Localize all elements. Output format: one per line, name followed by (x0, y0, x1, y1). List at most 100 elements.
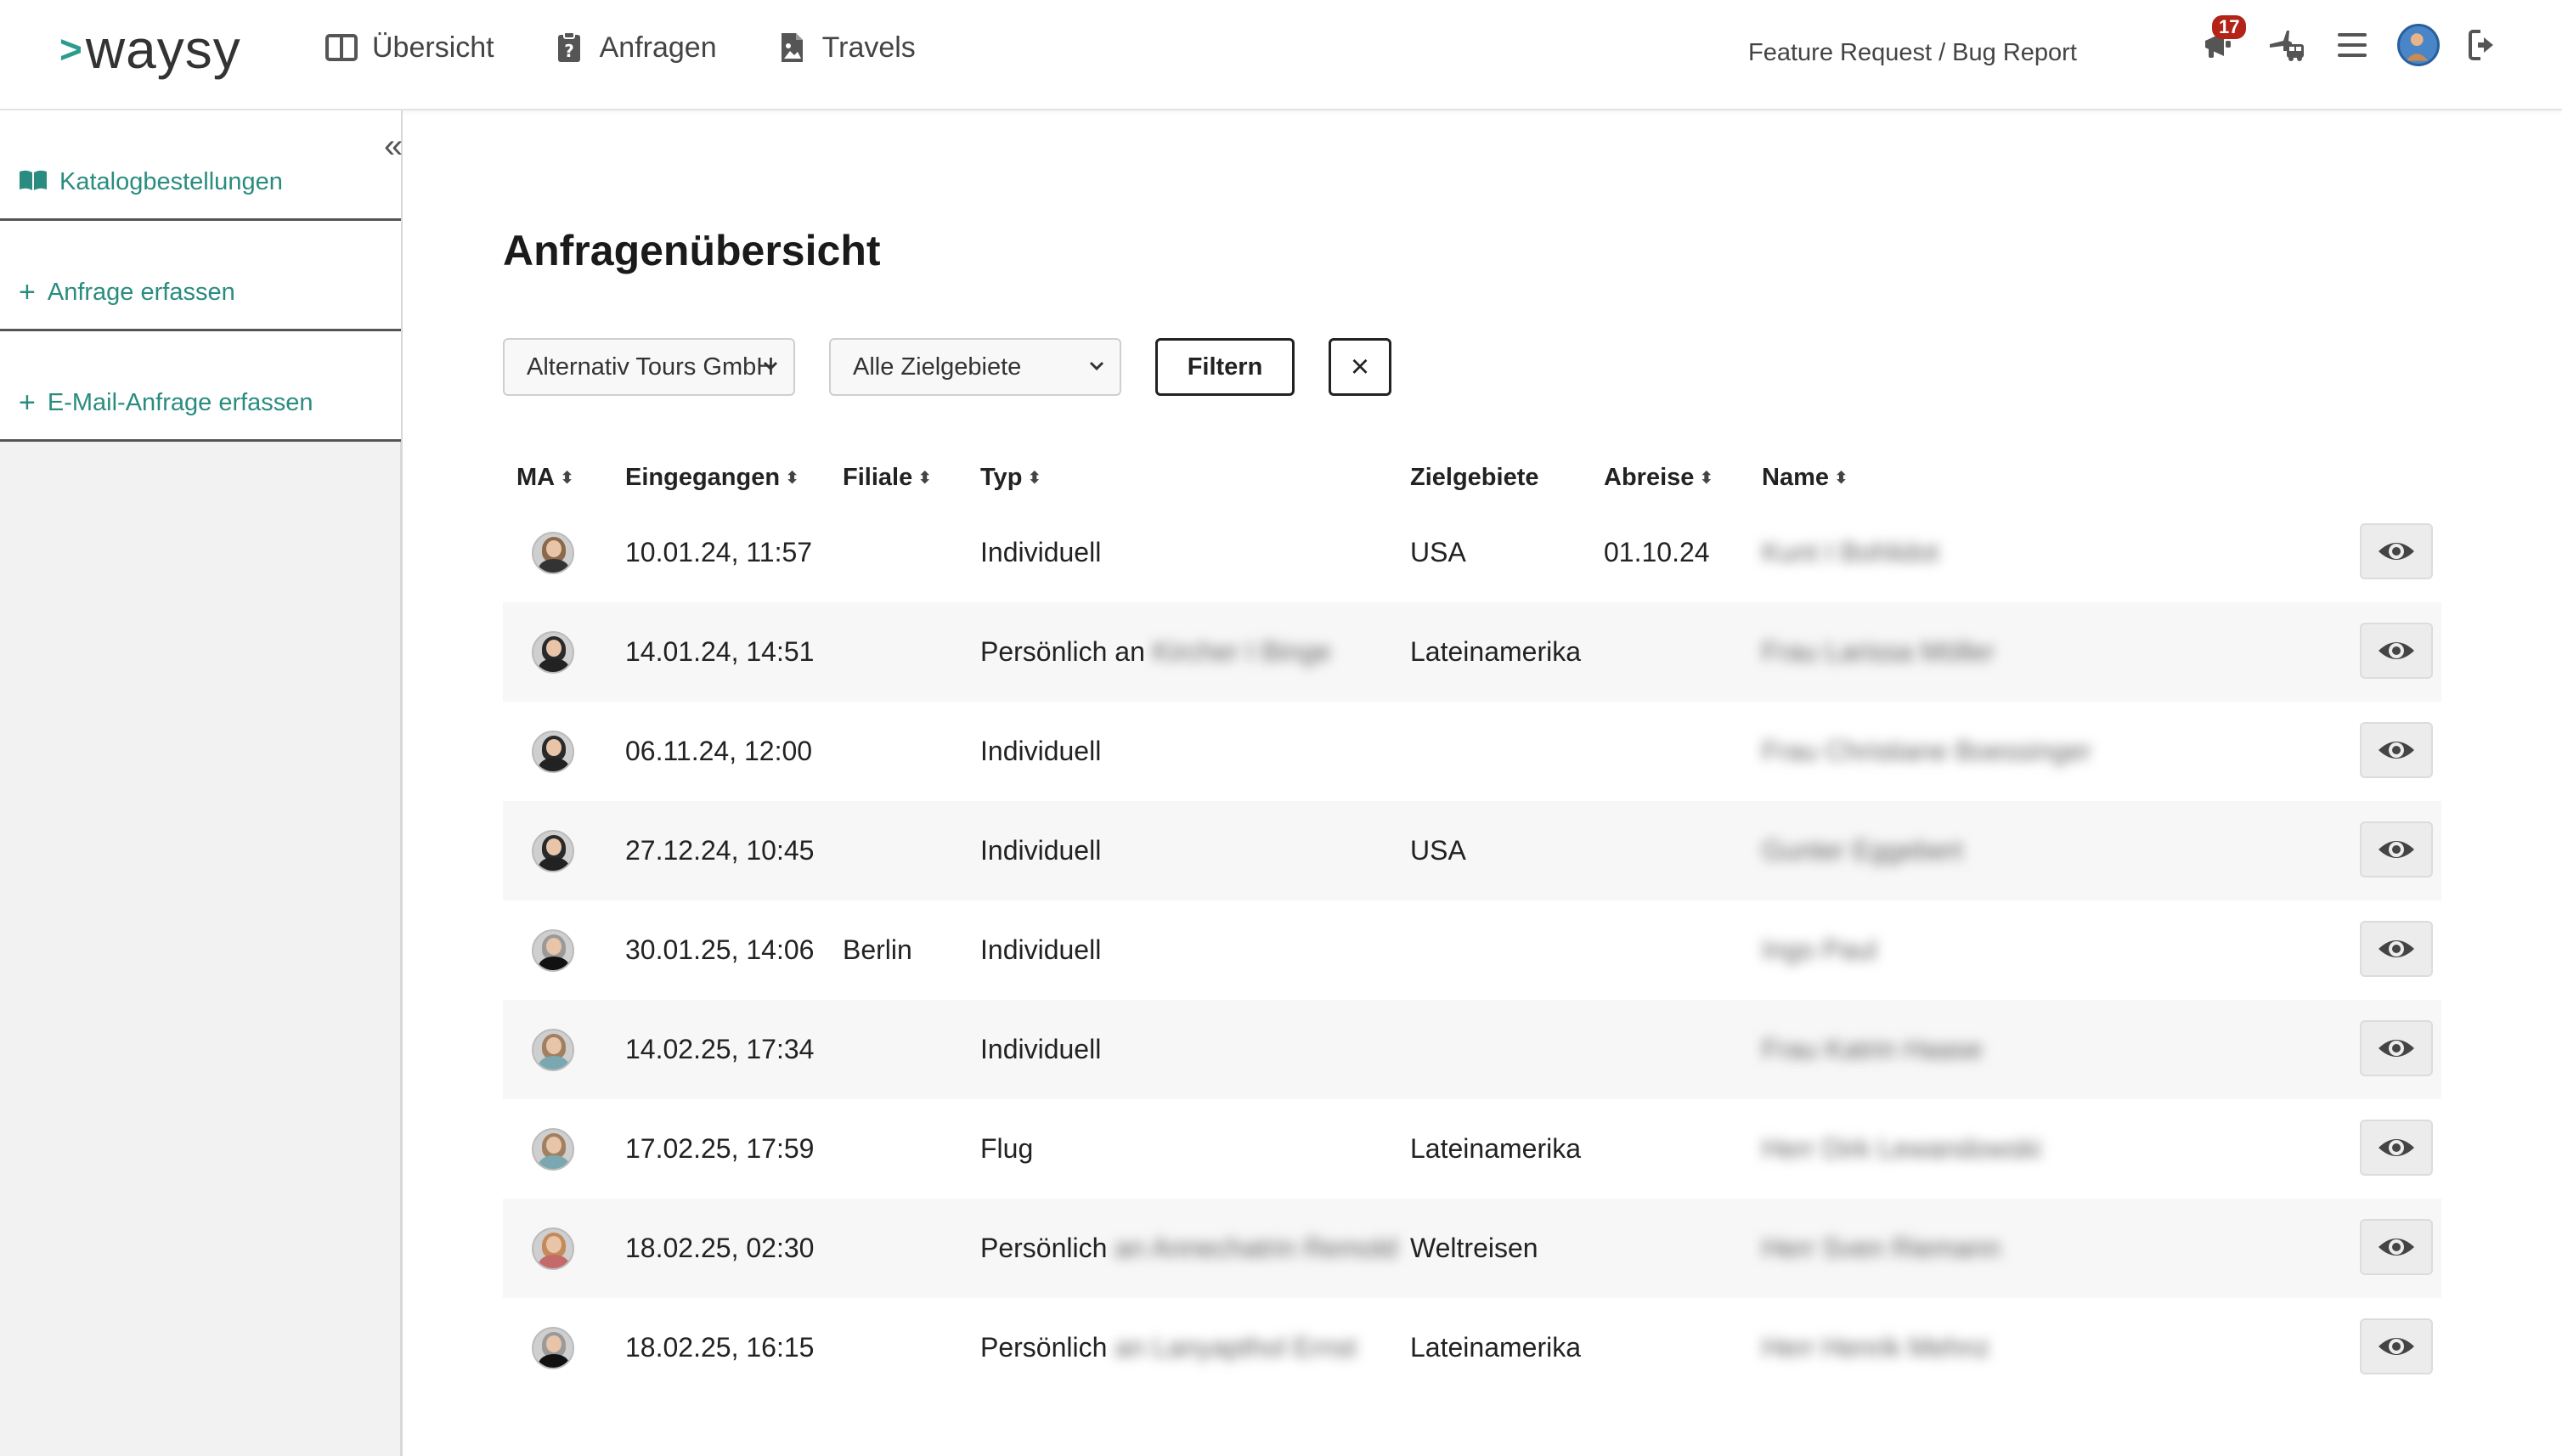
column-header-typ[interactable]: Typ ⬍ (980, 464, 1041, 492)
sidebar-collapse-button[interactable]: « (384, 129, 403, 163)
eye-icon (2379, 543, 2414, 560)
cell-name: Frau Larissa Möller (1762, 636, 1995, 667)
view-request-button[interactable] (2360, 1318, 2433, 1374)
employee-avatar (532, 731, 574, 773)
cell-received: 18.02.25, 02:30 (625, 1233, 815, 1263)
employee-avatar (532, 1029, 574, 1071)
cell-type-label: Persönlich an (980, 636, 1145, 667)
eye-icon (2379, 841, 2414, 858)
table-row: 27.12.24, 10:45 Individuell USA Gunter E… (503, 801, 2441, 900)
cell-type: Persönlich an Kircher I Binge (980, 636, 1331, 668)
column-header-ma[interactable]: MA ⬍ (516, 464, 574, 492)
plus-icon: + (19, 387, 36, 419)
cell-type: Individuell (980, 736, 1101, 767)
cell-name: Frau Katrin Haase (1762, 1034, 1983, 1064)
notifications-badge: 17 (2212, 15, 2247, 40)
logout-button[interactable] (2463, 24, 2506, 66)
cell-received: 06.11.24, 12:00 (625, 736, 813, 766)
cell-received: 14.01.24, 14:51 (625, 636, 815, 667)
sort-icon: ⬍ (785, 469, 799, 488)
view-request-button[interactable] (2360, 1219, 2433, 1275)
cell-type-label: Individuell (980, 1034, 1102, 1064)
cell-type-label: Individuell (980, 736, 1102, 766)
cell-received: 10.01.24, 11:57 (625, 537, 813, 567)
cell-name: Herr Sven Riemann (1762, 1233, 2001, 1263)
employee-avatar (532, 1128, 574, 1171)
cell-received: 30.01.25, 14:06 (625, 934, 815, 965)
feature-request-link[interactable]: Feature Request / Bug Report (1748, 39, 2077, 67)
sort-icon: ⬍ (1699, 469, 1714, 488)
clear-filter-button[interactable]: × (1329, 338, 1391, 396)
company-select-value: Alternativ Tours GmbH (527, 353, 775, 381)
cell-type: Flug (980, 1133, 1033, 1165)
view-request-button[interactable] (2360, 821, 2433, 878)
view-request-button[interactable] (2360, 523, 2433, 579)
cell-type-label: Flug (980, 1133, 1034, 1164)
nav-anfragen[interactable]: ? Anfragen (552, 31, 717, 65)
column-header-filiale[interactable]: Filiale ⬍ (843, 464, 932, 492)
cell-type-label: Individuell (980, 537, 1102, 567)
eye-icon (2379, 1040, 2414, 1057)
brand-logo[interactable]: > waysy (59, 22, 241, 76)
cell-departure: 01.10.24 (1604, 537, 1710, 567)
cell-branch: Berlin (843, 934, 912, 965)
eye-icon (2379, 642, 2414, 659)
cell-region: USA (1410, 835, 1466, 866)
cell-name: Ingo Paul (1762, 934, 1877, 965)
table-row: 06.11.24, 12:00 Individuell Frau Christi… (503, 702, 2441, 801)
cell-type: Persönlich an Annechatrin Remold (980, 1233, 1397, 1264)
svg-text:?: ? (564, 41, 574, 61)
notifications-button[interactable]: 17 (2198, 15, 2247, 66)
book-open-icon (19, 167, 48, 196)
cell-region: Lateinamerika (1410, 1133, 1581, 1164)
column-header-abreise[interactable]: Abreise ⬍ (1604, 464, 1713, 492)
clipboard-question-icon: ? (557, 31, 580, 62)
user-avatar (2397, 24, 2440, 66)
cell-received: 14.02.25, 17:34 (625, 1034, 815, 1064)
cell-name: Frau Christiane Boessinger (1762, 736, 2091, 766)
table-body: 10.01.24, 11:57 Individuell USA 01.10.24… (503, 503, 2441, 1397)
cell-received: 18.02.25, 16:15 (625, 1332, 815, 1363)
page-title: Anfragenübersicht (503, 227, 881, 274)
filter-button[interactable]: Filtern (1155, 338, 1295, 396)
eye-icon (2379, 940, 2414, 957)
sidebar-item-label: Katalogbestellungen (59, 168, 283, 195)
view-request-button[interactable] (2360, 1020, 2433, 1076)
region-select[interactable]: Alle Zielgebiete (829, 338, 1121, 396)
cell-name: Gunter Eggebert (1762, 835, 1963, 866)
company-select[interactable]: Alternativ Tours GmbH (503, 338, 795, 396)
cell-region: Lateinamerika (1410, 1332, 1581, 1363)
view-request-button[interactable] (2360, 921, 2433, 977)
view-request-button[interactable] (2360, 722, 2433, 778)
column-header-eingegangen[interactable]: Eingegangen ⬍ (625, 464, 799, 492)
eye-icon (2379, 742, 2414, 759)
columns-icon (325, 34, 358, 61)
file-image-icon (781, 33, 803, 62)
eye-icon (2379, 1239, 2414, 1256)
sidebar-item-katalogbestellungen[interactable]: Katalogbestellungen (0, 110, 401, 221)
view-request-button[interactable] (2360, 623, 2433, 679)
table-row: 14.01.24, 14:51 Persönlich an Kircher I … (503, 602, 2441, 702)
table-row: 10.01.24, 11:57 Individuell USA 01.10.24… (503, 503, 2441, 602)
sort-icon: ⬍ (917, 469, 932, 488)
menu-button[interactable] (2331, 24, 2373, 66)
view-request-button[interactable] (2360, 1120, 2433, 1176)
column-header-name[interactable]: Name ⬍ (1762, 464, 1848, 492)
sidebar: Katalogbestellungen + Anfrage erfassen +… (0, 110, 403, 1456)
cell-name: Kunt I Bohlidot (1762, 537, 1939, 567)
sidebar-item-email-anfrage-erfassen[interactable]: + E-Mail-Anfrage erfassen (0, 331, 401, 442)
user-avatar-button[interactable] (2397, 24, 2440, 66)
table-row: 18.02.25, 16:15 Persönlich an Lanyapthol… (503, 1298, 2441, 1397)
nav-icon-group: 17 (2198, 15, 2506, 66)
sidebar-item-anfrage-erfassen[interactable]: + Anfrage erfassen (0, 221, 401, 331)
cell-region: Weltreisen (1410, 1233, 1538, 1263)
travel-button[interactable] (2265, 24, 2307, 66)
employee-avatar (532, 1327, 574, 1369)
column-header-zielgebiete: Zielgebiete (1410, 464, 1539, 491)
sort-icon: ⬍ (560, 469, 574, 488)
cell-type-label: Persönlich (980, 1233, 1108, 1263)
cell-type-label: Individuell (980, 934, 1102, 965)
nav-travels[interactable]: Travels (775, 31, 916, 65)
nav-ubersicht[interactable]: Übersicht (324, 31, 494, 65)
cell-received: 17.02.25, 17:59 (625, 1133, 815, 1164)
